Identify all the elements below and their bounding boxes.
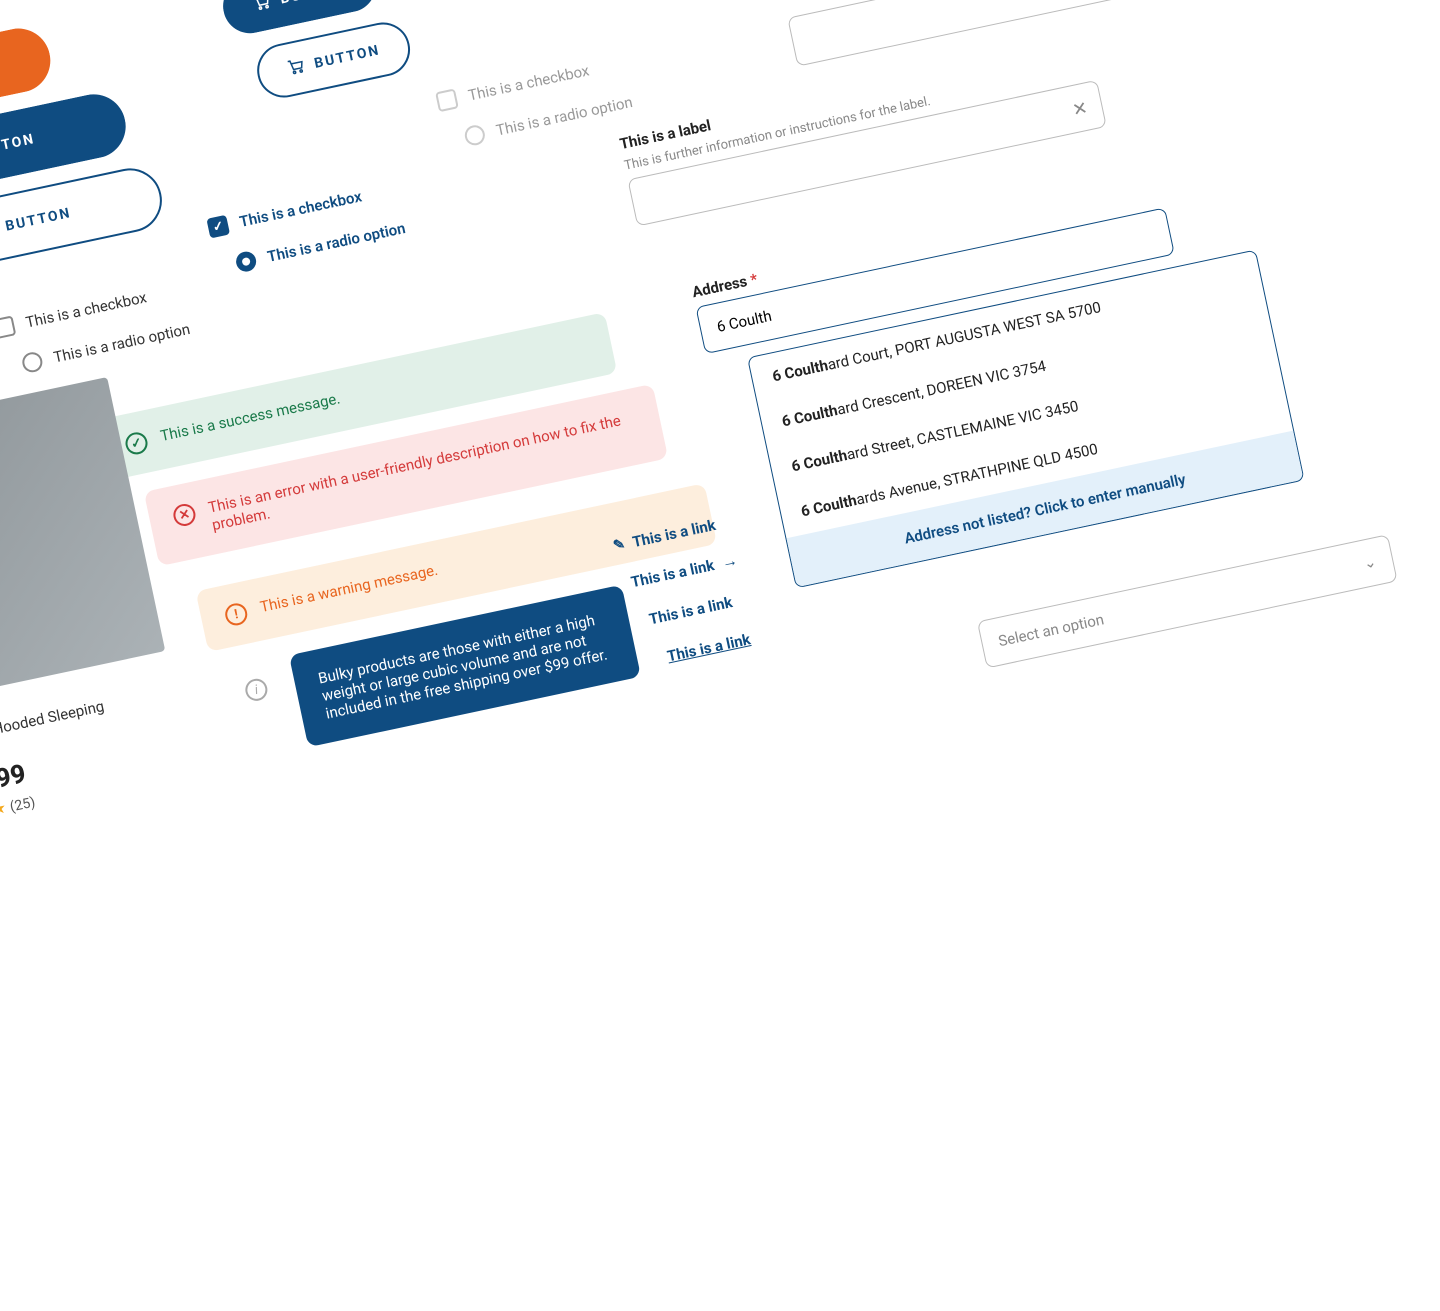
alert-text: This is a warning message. bbox=[258, 561, 439, 616]
review-count: (25) bbox=[9, 794, 37, 815]
alert-text: Bulky products are those with either a h… bbox=[317, 609, 614, 723]
x-circle-icon: ✕ bbox=[171, 502, 197, 528]
arrow-right-icon: → bbox=[720, 550, 740, 573]
checkbox-box bbox=[435, 88, 459, 112]
form-field: This is a label This is further informat… bbox=[618, 36, 1107, 227]
button-outline[interactable]: BUTTON bbox=[0, 162, 168, 277]
radio-box bbox=[21, 350, 45, 374]
info-icon: i bbox=[243, 677, 269, 703]
button-label: BUTTON bbox=[313, 42, 382, 72]
button-label: BUTTON bbox=[279, 0, 348, 8]
required-indicator: * bbox=[749, 270, 759, 289]
radio-label: This is a radio option bbox=[52, 320, 192, 367]
button-cart-outline[interactable]: BUTTON bbox=[252, 17, 415, 102]
link-label: This is a link bbox=[629, 556, 716, 591]
pencil-icon: ✎ bbox=[612, 536, 627, 554]
link-label: This is a link bbox=[647, 593, 734, 628]
select-input[interactable]: Select an option ⌄ bbox=[977, 534, 1398, 668]
chevron-down-icon: ⌄ bbox=[1362, 552, 1378, 572]
radio-box bbox=[234, 250, 258, 274]
checkbox-label: This is a checkbox bbox=[238, 187, 363, 230]
cart-icon bbox=[251, 0, 273, 16]
clear-icon[interactable]: ✕ bbox=[1071, 98, 1090, 122]
link-label: This is a link bbox=[666, 630, 753, 665]
link-plain[interactable]: This is a link bbox=[647, 593, 734, 628]
button-label: BUTTON bbox=[0, 131, 37, 161]
checkbox-label: This is a checkbox bbox=[24, 288, 148, 331]
link-underline[interactable]: This is a link bbox=[666, 630, 753, 665]
alert-text: This is a success message. bbox=[159, 389, 342, 445]
warning-circle-icon: ! bbox=[223, 601, 249, 627]
radio-label: This is a radio option bbox=[266, 219, 407, 266]
checkbox-box bbox=[0, 315, 16, 339]
check-circle-icon: ✓ bbox=[123, 430, 149, 456]
select-placeholder: Select an option bbox=[997, 610, 1106, 650]
cart-icon bbox=[285, 55, 307, 80]
checkbox-label: This is a checkbox bbox=[467, 61, 591, 104]
radio-label: This is a radio option bbox=[494, 93, 634, 140]
button-label: BUTTON bbox=[4, 205, 73, 235]
checkbox-box bbox=[206, 215, 230, 239]
radio-box bbox=[463, 123, 487, 147]
